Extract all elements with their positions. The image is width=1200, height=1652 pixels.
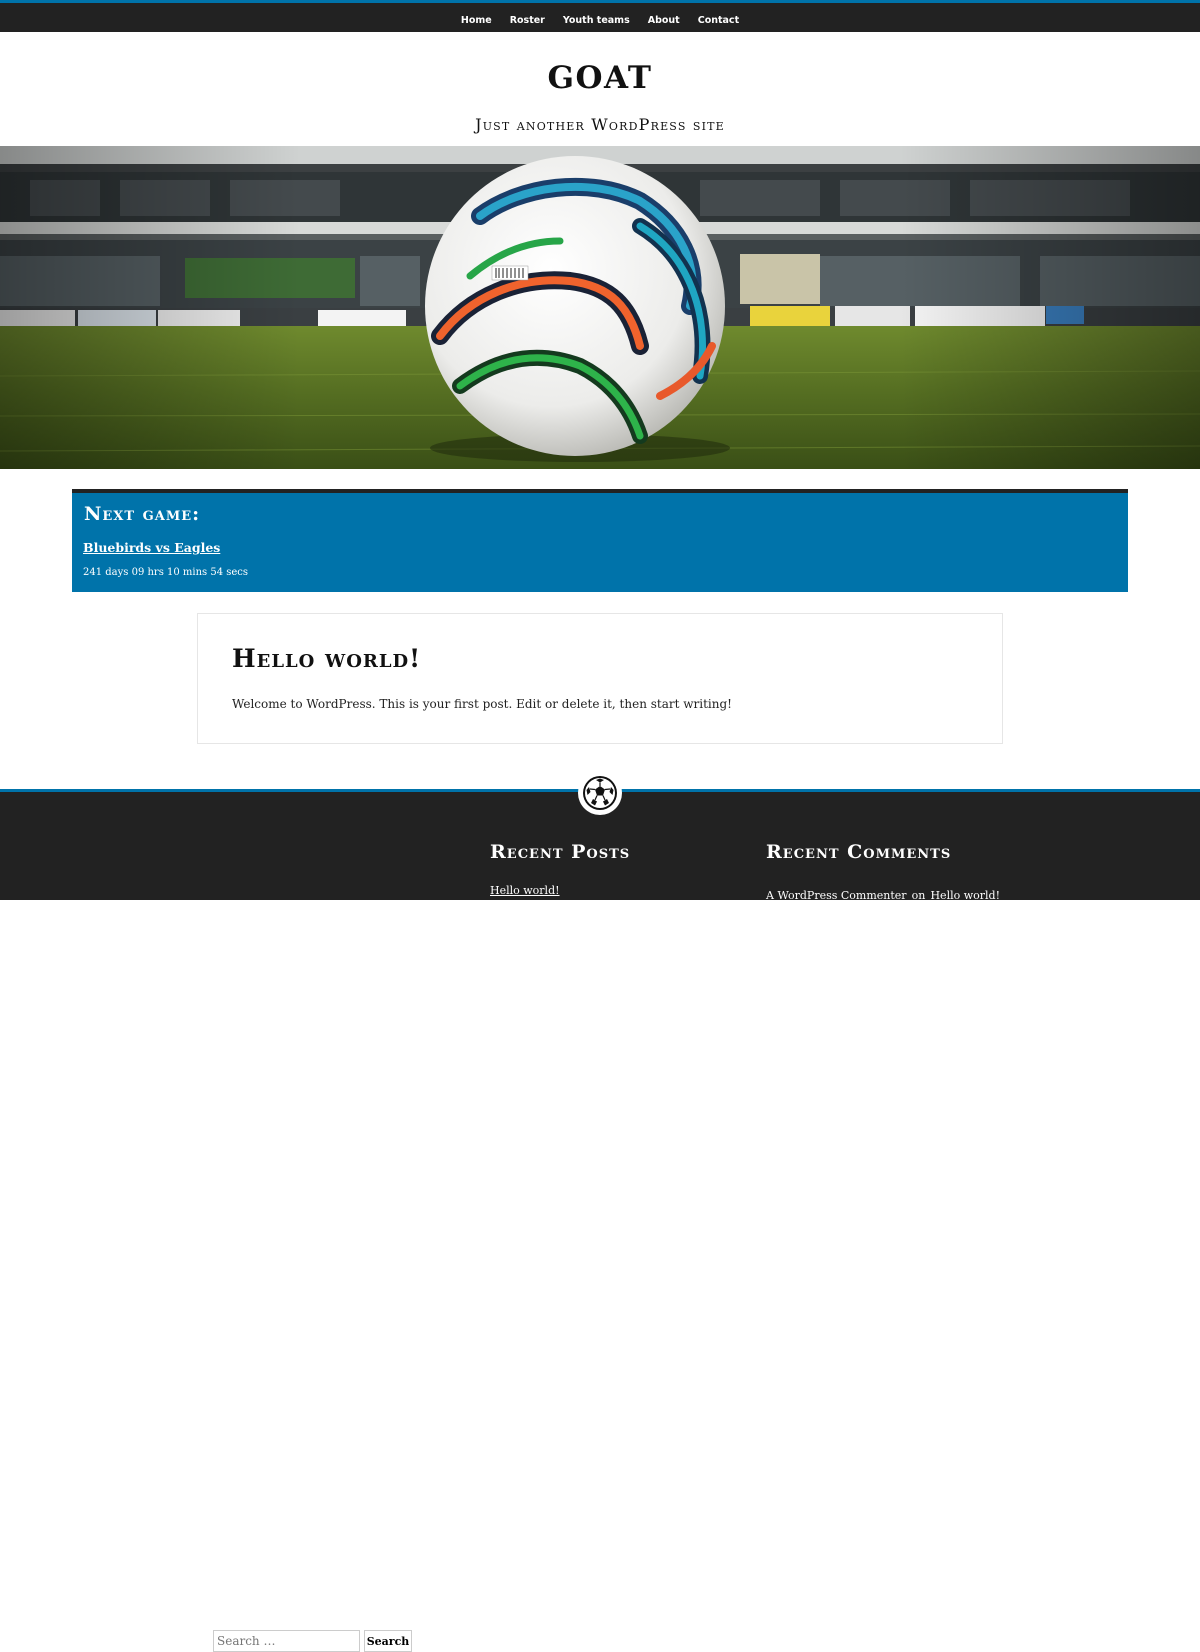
recent-posts-title: Recent Posts <box>490 841 631 863</box>
recent-comments-title: Recent Comments <box>766 841 952 863</box>
search-button[interactable]: Search <box>364 1630 412 1652</box>
soccer-ball-stadium-photo <box>0 146 1200 469</box>
nav-item-roster[interactable]: Roster <box>510 15 545 26</box>
top-navigation: Home Roster Youth teams About Contact <box>0 0 1200 32</box>
post-excerpt: Welcome to WordPress. This is your first… <box>232 697 732 711</box>
soccer-ball-icon <box>583 776 617 810</box>
site-description: Just another WordPress site <box>475 115 725 134</box>
nav-item-home[interactable]: Home <box>461 15 492 26</box>
comment-post-link[interactable]: Hello world! <box>930 889 1000 902</box>
hero-image <box>0 146 1200 469</box>
countdown-timer: 241 days 09 hrs 10 mins 54 secs <box>83 567 249 578</box>
comment-connector: on <box>911 889 926 902</box>
search-input[interactable] <box>213 1630 360 1652</box>
match-link[interactable]: Bluebirds vs Eagles <box>83 540 220 555</box>
recent-comment-item: A WordPress Commenter on Hello world! <box>766 884 1000 903</box>
nav-menu: Home Roster Youth teams About Contact <box>0 3 1200 32</box>
comment-author-link[interactable]: A WordPress Commenter <box>766 889 907 902</box>
next-game-heading: Next game: <box>84 503 201 525</box>
recent-post-link[interactable]: Hello world! <box>490 884 560 897</box>
next-game-widget: Next game: Bluebirds vs Eagles 241 days … <box>72 489 1128 592</box>
nav-item-about[interactable]: About <box>648 15 680 26</box>
site-title[interactable]: GOAT <box>0 60 1200 96</box>
site-branding: GOAT Just another WordPress site <box>0 32 1200 146</box>
post-card: Hello world! Welcome to WordPress. This … <box>197 613 1003 744</box>
post-title[interactable]: Hello world! <box>232 644 421 673</box>
footer-badge <box>578 771 622 815</box>
nav-item-youth-teams[interactable]: Youth teams <box>563 15 630 26</box>
nav-item-contact[interactable]: Contact <box>698 15 739 26</box>
